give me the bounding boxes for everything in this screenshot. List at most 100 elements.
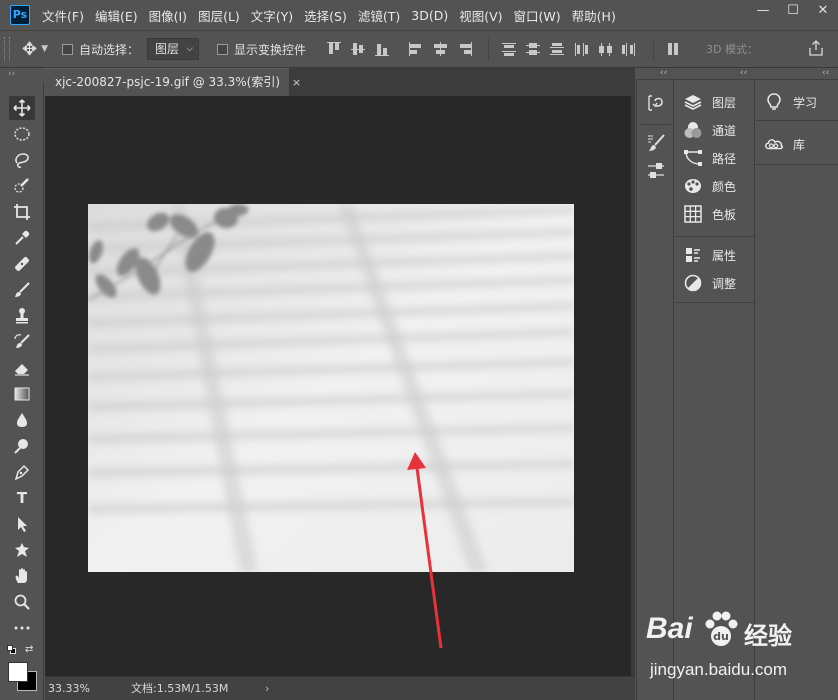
strip-separator: [641, 124, 671, 125]
menu-type[interactable]: 文字(Y): [251, 6, 293, 25]
menu-3d[interactable]: 3D(D): [411, 8, 448, 23]
zoom-level[interactable]: 33.33%: [48, 678, 90, 700]
restore-button[interactable]: ☐: [778, 0, 808, 24]
swatches-panel-tab[interactable]: 色板: [683, 202, 753, 226]
paths-panel-tab[interactable]: 路径: [683, 146, 753, 170]
libraries-panel-tab[interactable]: 库: [764, 132, 834, 156]
align-buttons: [324, 40, 396, 58]
auto-select-label: 自动选择：: [79, 42, 140, 57]
history-brush-tool-icon[interactable]: [9, 330, 35, 354]
auto-select-target-value: 图层: [155, 42, 180, 56]
menu-window[interactable]: 窗口(W): [514, 6, 561, 25]
panel-separator: [756, 120, 838, 121]
document-tab-bar: xjc-200827-psjc-19.gif @ 33.3%(索引) ×: [45, 68, 635, 96]
distribute-left-icon[interactable]: [571, 40, 593, 58]
options-bar-grip[interactable]: [4, 37, 10, 61]
dock-header: ‹‹ ‹‹ ‹‹: [636, 68, 838, 80]
brush-settings-icon[interactable]: [645, 132, 667, 154]
healing-brush-tool-icon[interactable]: [9, 252, 35, 276]
document-tab[interactable]: xjc-200827-psjc-19.gif @ 33.3%(索引) ×: [45, 68, 301, 96]
libraries-icon: [764, 134, 784, 154]
eyedropper-tool-icon[interactable]: [9, 226, 35, 250]
custom-shape-tool-icon[interactable]: [9, 538, 35, 562]
options-separator: [488, 38, 490, 60]
distribute-vertical-center-icon[interactable]: [523, 40, 545, 58]
path-selection-tool-icon[interactable]: [9, 512, 35, 536]
pen-tool-icon[interactable]: [9, 460, 35, 484]
auto-align-layers-icon[interactable]: [664, 40, 686, 58]
menu-layer[interactable]: 图层(L): [198, 6, 240, 25]
hand-tool-icon[interactable]: [9, 564, 35, 588]
menu-file[interactable]: 文件(F): [42, 6, 84, 25]
svg-text:du: du: [713, 630, 729, 643]
quick-selection-tool-icon[interactable]: [9, 174, 35, 198]
align-top-icon[interactable]: [324, 40, 346, 58]
collapse-icon[interactable]: ‹‹: [660, 68, 667, 78]
toolbar-collapse-handle[interactable]: ››: [0, 68, 44, 82]
menu-help[interactable]: 帮助(H): [572, 6, 616, 25]
layers-panel-tab[interactable]: 图层: [683, 90, 753, 114]
collapse-icon[interactable]: ‹‹: [740, 68, 747, 78]
clone-stamp-tool-icon[interactable]: [9, 304, 35, 328]
brush-tool-icon[interactable]: [9, 278, 35, 302]
tool-presets-icon[interactable]: [645, 160, 667, 182]
lasso-tool-icon[interactable]: [9, 148, 35, 172]
options-separator: [653, 38, 655, 60]
align-left-icon[interactable]: [406, 40, 428, 58]
align-horizontal-center-icon[interactable]: [430, 40, 452, 58]
layers-icon: [683, 92, 703, 112]
align-vertical-center-icon[interactable]: [348, 40, 370, 58]
panel-label: 路径: [712, 151, 737, 166]
panel-label: 图层: [712, 95, 737, 110]
menu-view[interactable]: 视图(V): [459, 6, 502, 25]
adjustments-icon: [683, 273, 703, 293]
history-panel-icon[interactable]: [645, 92, 667, 114]
chevron-down-icon[interactable]: ▼: [41, 44, 48, 54]
color-panel-tab[interactable]: 颜色: [683, 174, 753, 198]
distribute-top-icon[interactable]: [499, 40, 521, 58]
learn-icon: [764, 92, 784, 112]
menu-image[interactable]: 图像(I): [149, 6, 187, 25]
close-icon[interactable]: ×: [292, 76, 301, 89]
panel-label: 库: [793, 137, 806, 152]
properties-panel-tab[interactable]: 属性: [683, 243, 753, 267]
distribute-horizontal-center-icon[interactable]: [595, 40, 617, 58]
share-icon[interactable]: [808, 40, 824, 56]
blur-tool-icon[interactable]: [9, 408, 35, 432]
vertical-scrollbar[interactable]: [631, 96, 635, 676]
more-tools-icon[interactable]: [9, 616, 35, 640]
close-button[interactable]: ✕: [808, 0, 838, 24]
crop-tool-icon[interactable]: [9, 200, 35, 224]
default-colors-icon[interactable]: [7, 645, 17, 655]
collapse-icon[interactable]: ‹‹: [822, 68, 829, 78]
foreground-color-swatch[interactable]: [8, 662, 28, 682]
elliptical-marquee-tool-icon[interactable]: [9, 122, 35, 146]
menu-edit[interactable]: 编辑(E): [95, 6, 138, 25]
learn-panel-tab[interactable]: 学习: [764, 90, 834, 114]
gradient-tool-icon[interactable]: [9, 382, 35, 406]
align-right-icon[interactable]: [454, 40, 476, 58]
menu-select[interactable]: 选择(S): [304, 6, 347, 25]
status-bar: 33.33% 文档:1.53M/1.53M ›: [45, 676, 635, 700]
move-tool-icon[interactable]: [9, 96, 35, 120]
zoom-tool-icon[interactable]: [9, 590, 35, 614]
swap-colors-icon[interactable]: ⇄: [25, 644, 33, 655]
auto-select-target-dropdown[interactable]: 图层 ⌵: [147, 38, 200, 60]
eraser-tool-icon[interactable]: [9, 356, 35, 380]
status-menu-arrow-icon[interactable]: ›: [265, 678, 269, 700]
shadow-photo: [88, 204, 574, 572]
channels-panel-tab[interactable]: 通道: [683, 118, 753, 142]
dodge-tool-icon[interactable]: [9, 434, 35, 458]
minimize-button[interactable]: —: [748, 0, 778, 24]
move-tool-preset-icon[interactable]: ✥: [22, 39, 37, 60]
distribute-right-icon[interactable]: [619, 40, 641, 58]
menu-filter[interactable]: 滤镜(T): [358, 6, 400, 25]
show-transform-checkbox[interactable]: [217, 43, 229, 55]
adjustments-panel-tab[interactable]: 调整: [683, 271, 753, 295]
align-bottom-icon[interactable]: [372, 40, 394, 58]
document-image[interactable]: [88, 204, 574, 572]
type-tool-icon[interactable]: T: [9, 486, 35, 510]
distribute-bottom-icon[interactable]: [547, 40, 569, 58]
auto-select-checkbox[interactable]: [62, 43, 74, 55]
watermark-url: jingyan.baidu.com: [650, 660, 788, 679]
